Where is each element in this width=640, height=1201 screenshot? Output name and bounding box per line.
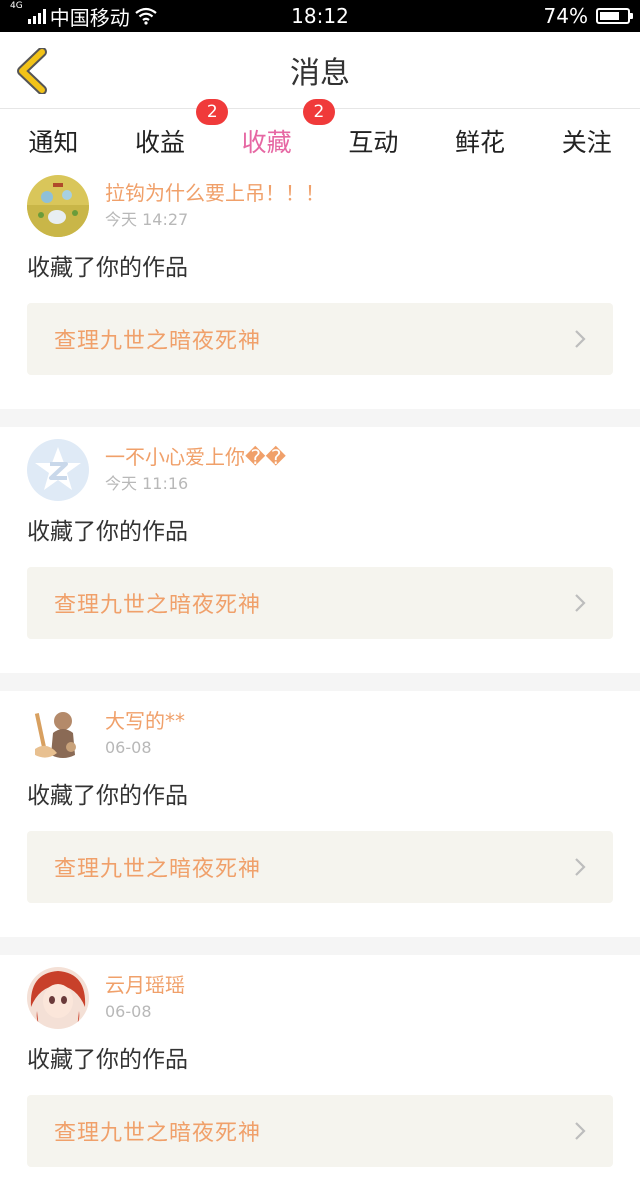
chevron-right-icon [575, 594, 586, 612]
page-title: 消息 [290, 56, 350, 91]
message-feed: 拉钩为什么要上吊！！！ 今天 14:27 收藏了你的作品 查理九世之暗夜死神 一… [0, 163, 640, 1201]
avatar[interactable] [27, 703, 89, 765]
qzone-avatar-image [27, 439, 89, 501]
tab-label: 通知 [28, 128, 79, 157]
signal-icon [27, 8, 46, 24]
battery-level [600, 12, 619, 20]
favorite-message-card: 云月瑶瑶 06-08 收藏了你的作品 查理九世之暗夜死神 [0, 955, 640, 1201]
work-title: 查理九世之暗夜死神 [54, 329, 262, 354]
work-link[interactable]: 查理九世之暗夜死神 [27, 567, 613, 639]
action-text: 收藏了你的作品 [27, 1047, 188, 1073]
work-title: 查理九世之暗夜死神 [54, 593, 262, 618]
tab-flowers[interactable]: 鲜花 [427, 109, 534, 163]
status-bar: 4G 中国移动 18:12 74% [0, 0, 640, 32]
battery-percent: 74% [543, 4, 588, 28]
work-link[interactable]: 查理九世之暗夜死神 [27, 303, 613, 375]
tab-earnings[interactable]: 收益 2 [107, 99, 229, 163]
carrier-name: 中国移动 [49, 5, 130, 30]
back-arrow-icon [17, 47, 47, 95]
message-time: 今天 11:16 [105, 474, 189, 493]
favorite-message-card: 一不小心爱上你�� 今天 11:16 收藏了你的作品 查理九世之暗夜死神 [0, 427, 640, 673]
tab-label: 收藏 [242, 123, 292, 159]
message-time: 今天 14:27 [105, 210, 189, 229]
status-left: 4G 中国移动 [10, 0, 158, 31]
user-name[interactable]: 云月瑶瑶 [105, 972, 185, 998]
wifi-icon [135, 7, 157, 25]
tab-follows[interactable]: 关注 [533, 109, 640, 163]
favorite-message-card: 拉钩为什么要上吊！！！ 今天 14:27 收藏了你的作品 查理九世之暗夜死神 [0, 163, 640, 409]
work-link[interactable]: 查理九世之暗夜死神 [27, 831, 613, 903]
avatar[interactable] [27, 967, 89, 1029]
tab-notifications[interactable]: 通知 [0, 109, 107, 163]
tab-bar: 通知 收益 2 收藏 2 互动 鲜花 关注 [0, 99, 640, 163]
work-title: 查理九世之暗夜死神 [54, 857, 262, 882]
action-text: 收藏了你的作品 [27, 519, 188, 545]
chevron-right-icon [575, 1122, 586, 1140]
nav-bar: 消息 [0, 32, 640, 109]
message-time: 06-08 [105, 1002, 152, 1021]
user-name[interactable]: 一不小心爱上你�� [105, 444, 286, 470]
chevron-right-icon [575, 858, 586, 876]
work-link[interactable]: 查理九世之暗夜死神 [27, 1095, 613, 1167]
avatar[interactable] [27, 175, 89, 237]
chevron-right-icon [575, 330, 586, 348]
user-name[interactable]: 拉钩为什么要上吊！！！ [105, 180, 325, 206]
game-avatar-image [27, 175, 89, 237]
favorite-message-card: 大写的** 06-08 收藏了你的作品 查理九世之暗夜死神 [0, 691, 640, 937]
status-right: 74% [543, 4, 633, 28]
tab-interactions[interactable]: 互动 [320, 109, 427, 163]
work-title: 查理九世之暗夜死神 [54, 1121, 262, 1146]
battery-icon [596, 8, 633, 24]
tab-favorites[interactable]: 收藏 2 [213, 99, 335, 163]
tab-label: 互动 [348, 128, 399, 157]
user-name[interactable]: 大写的** [105, 708, 185, 734]
network-type: 4G [10, 0, 23, 11]
message-time: 06-08 [105, 738, 152, 757]
anime-knight-avatar-image [27, 703, 89, 765]
tab-label: 关注 [561, 128, 612, 157]
action-text: 收藏了你的作品 [27, 783, 188, 809]
action-text: 收藏了你的作品 [27, 255, 188, 281]
anime-girl-avatar-image [27, 967, 89, 1029]
tab-label: 收益 [135, 128, 186, 157]
tab-label: 鲜花 [455, 128, 506, 157]
back-button[interactable] [14, 47, 54, 95]
avatar[interactable] [27, 439, 89, 501]
